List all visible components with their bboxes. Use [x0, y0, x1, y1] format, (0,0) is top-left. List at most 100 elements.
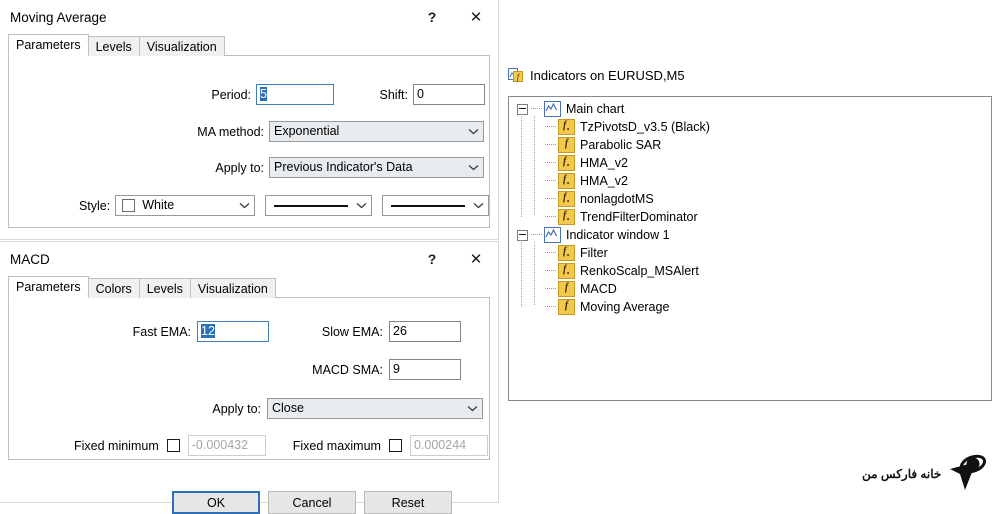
ma-style-width-select[interactable] [264, 195, 372, 216]
tree-item-label: HMA_v2 [580, 174, 628, 188]
macd-fixed-max-label: Fixed maximum [292, 438, 381, 453]
tree-item-0-1[interactable]: f Parabolic SAR [509, 136, 991, 154]
tree-vline-outer [521, 240, 522, 307]
tree-item-0-4[interactable]: f∘ nonlagdotMS [509, 190, 991, 208]
tree-item-0-5[interactable]: f∘ TrendFilterDominator [509, 208, 991, 226]
tree-connector [545, 198, 556, 200]
macd-fixed-min-label: Fixed minimum [74, 438, 159, 453]
macd-tab-visualization[interactable]: Visualization [189, 278, 276, 298]
macd-close-button[interactable]: ✕ [454, 244, 498, 274]
ma-tab-levels[interactable]: Levels [87, 36, 140, 56]
macd-ok-button[interactable]: OK [172, 491, 260, 514]
ma-method-select[interactable]: Exponential [269, 121, 484, 142]
ma-method-value: Exponential [274, 124, 340, 138]
tree-item-0-2[interactable]: f∘ HMA_v2 [509, 154, 991, 172]
macd-tab-colors[interactable]: Colors [87, 278, 140, 298]
macd-sma-value: 9 [393, 362, 400, 376]
site-logo-watermark: خانه فارکس من [862, 452, 987, 495]
tree-expander-icon[interactable] [517, 103, 528, 115]
indicators-tree[interactable]: Main chart f∘ TzPivotsD_v3.5 (Black) f Parab… [508, 96, 992, 401]
tree-connector [545, 144, 556, 146]
ma-parameters-page: Period: 5 Shift: 0 MA method: Exponentia… [8, 55, 490, 228]
macd-parameters-page: Fast EMA: 12 Slow EMA: 26 MACD SMA: 9 Ap… [8, 297, 490, 460]
builtin-indicator-icon: f [558, 281, 575, 297]
macd-applyto-select[interactable]: Close [267, 398, 483, 419]
macd-fixed-min-value: -0.000432 [191, 438, 249, 452]
tree-group-label: Main chart [566, 102, 625, 116]
tree-connector [531, 234, 542, 236]
tree-group-label: Indicator window 1 [566, 228, 670, 242]
tree-connector [545, 288, 556, 290]
tree-item-1-1[interactable]: f∘ RenkoScalp_MSAlert [509, 262, 991, 280]
ma-shift-input[interactable]: 0 [413, 84, 485, 105]
macd-fast-ema-input[interactable]: 12 [197, 321, 269, 342]
ma-applyto-select[interactable]: Previous Indicator's Data [269, 157, 484, 178]
ma-tab-visualization[interactable]: Visualization [138, 36, 225, 56]
moving-average-dialog: Moving Average ? ✕ Parameters Levels Vis… [0, 0, 499, 240]
ma-help-button[interactable]: ? [410, 2, 454, 32]
ma-style-type-select[interactable] [381, 195, 489, 216]
tree-group-0[interactable]: Main chart [509, 100, 991, 118]
custom-indicator-icon: f∘ [558, 209, 575, 225]
macd-tab-levels[interactable]: Levels [138, 278, 191, 298]
chart-window-icon [544, 227, 561, 243]
color-swatch-icon [122, 199, 136, 212]
macd-slow-ema-label: Slow EMA: [321, 324, 383, 339]
macd-fixed-max-checkbox[interactable] [388, 439, 402, 452]
chevron-down-icon [467, 399, 478, 418]
macd-fixed-max-input[interactable]: 0.000244 [409, 435, 488, 456]
ma-period-input[interactable]: 5 [256, 84, 334, 105]
macd-fast-ema-value: 12 [201, 324, 215, 338]
macd-applyto-value: Close [272, 401, 304, 415]
macd-sma-input[interactable]: 9 [389, 359, 461, 380]
ma-tab-parameters[interactable]: Parameters [8, 34, 89, 56]
ma-style-color-select[interactable]: White [115, 195, 255, 216]
ma-style-color-value: White [142, 198, 175, 212]
macd-sma-label: MACD SMA: [312, 362, 383, 377]
ma-applyto-row: Apply to: Previous Indicator's Data [9, 157, 489, 178]
macd-reset-button[interactable]: Reset [364, 491, 452, 514]
macd-fixed-min-checkbox[interactable] [166, 439, 180, 452]
ma-style-label: Style: [78, 198, 111, 213]
tree-item-label: HMA_v2 [580, 156, 628, 170]
ma-period-value: 5 [260, 87, 267, 101]
ma-title: Moving Average [10, 9, 107, 25]
macd-ema-row: Fast EMA: 12 Slow EMA: 26 [9, 321, 489, 342]
tree-item-0-0[interactable]: f∘ TzPivotsD_v3.5 (Black) [509, 118, 991, 136]
ma-applyto-value: Previous Indicator's Data [274, 160, 413, 174]
tree-connector [545, 162, 556, 164]
ma-shift-label: Shift: [379, 87, 409, 102]
chevron-down-icon [239, 196, 250, 215]
tree-group-1[interactable]: Indicator window 1 [509, 226, 991, 244]
custom-indicator-icon: f∘ [558, 119, 575, 135]
macd-titlebar: MACD ? ✕ [0, 242, 498, 276]
chart-window-icon [544, 101, 561, 117]
tree-connector [545, 252, 556, 254]
macd-applyto-row: Apply to: Close [9, 398, 489, 419]
builtin-indicator-icon: f [558, 299, 575, 315]
tree-vline-outer [521, 114, 522, 217]
ma-tabstrip: Parameters Levels Visualization [0, 34, 498, 56]
custom-indicator-icon: f∘ [558, 155, 575, 171]
ma-close-button[interactable]: ✕ [454, 2, 498, 32]
tree-item-0-3[interactable]: f∘ HMA_v2 [509, 172, 991, 190]
logo-text: خانه فارکس من [862, 466, 942, 481]
line-style-icon [273, 204, 348, 207]
ma-applyto-label: Apply to: [215, 160, 264, 175]
custom-indicator-icon: f∘ [558, 263, 575, 279]
tree-item-1-3[interactable]: f Moving Average [509, 298, 991, 316]
tree-expander-icon[interactable] [517, 229, 528, 241]
macd-tab-parameters[interactable]: Parameters [8, 276, 89, 298]
chevron-down-icon [356, 196, 367, 215]
tree-item-label: MACD [580, 282, 617, 296]
macd-fixed-min-input[interactable]: -0.000432 [187, 435, 266, 456]
macd-dialog: MACD ? ✕ Parameters Colors Levels Visual… [0, 241, 499, 514]
macd-help-button[interactable]: ? [410, 244, 454, 274]
macd-cancel-button[interactable]: Cancel [268, 491, 356, 514]
tree-item-1-2[interactable]: f MACD [509, 280, 991, 298]
tree-connector [545, 216, 556, 218]
macd-slow-ema-input[interactable]: 26 [389, 321, 461, 342]
line-width-icon [390, 204, 465, 207]
custom-indicator-icon: f∘ [558, 191, 575, 207]
tree-item-1-0[interactable]: f∘ Filter [509, 244, 991, 262]
